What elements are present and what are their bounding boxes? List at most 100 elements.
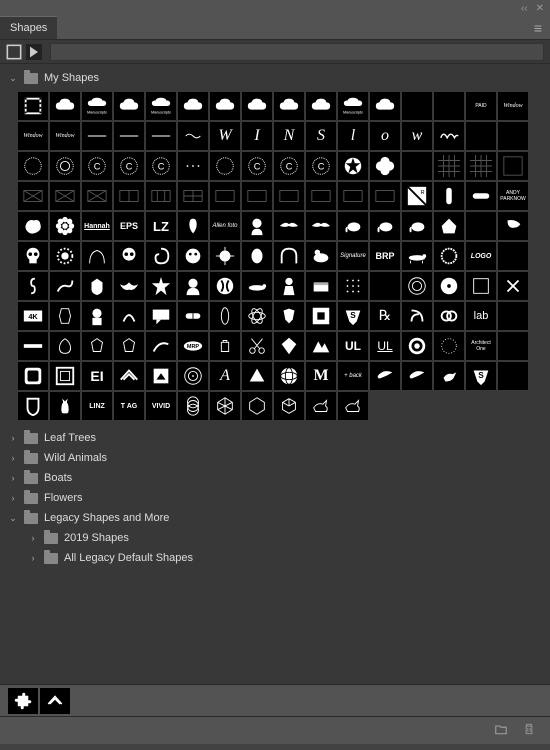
- close-icon[interactable]: ✕: [536, 3, 544, 14]
- shape-m[interactable]: M: [306, 362, 336, 390]
- shape-eagle[interactable]: [274, 212, 304, 240]
- shape-grid[interactable]: [242, 182, 272, 210]
- shape-ei[interactable]: EI: [82, 362, 112, 390]
- shape-blank[interactable]: [434, 92, 464, 120]
- shape-cat[interactable]: [50, 392, 80, 420]
- shape-dotcircle[interactable]: [434, 332, 464, 360]
- shape-filmstrip[interactable]: [18, 92, 48, 120]
- shape-abstract[interactable]: [114, 302, 144, 330]
- shape-cow[interactable]: [306, 242, 336, 270]
- folder-leaf-trees[interactable]: › Leaf Trees: [0, 428, 550, 448]
- shape-ornate[interactable]: [50, 332, 80, 360]
- shape-arch[interactable]: [274, 242, 304, 270]
- shape-frame[interactable]: [18, 362, 48, 390]
- shape-penrose[interactable]: [242, 362, 272, 390]
- shape-script-a[interactable]: A: [210, 362, 240, 390]
- shape-ul[interactable]: UL: [338, 332, 368, 360]
- view-mode-grid[interactable]: [6, 44, 22, 60]
- folder-flowers[interactable]: › Flowers: [0, 488, 550, 508]
- shape-badge[interactable]: [18, 152, 48, 180]
- shape-script-text[interactable]: Allen foto: [210, 212, 240, 240]
- shape-portrait[interactable]: [82, 302, 112, 330]
- shape-ornament[interactable]: [178, 122, 208, 150]
- shape-copyright[interactable]: C: [114, 152, 144, 180]
- shape-speech[interactable]: [146, 302, 176, 330]
- shape-dachshund[interactable]: [242, 272, 272, 300]
- folder-2019-shapes[interactable]: › 2019 Shapes: [0, 528, 550, 548]
- shape-diamond[interactable]: [274, 332, 304, 360]
- shape-window[interactable]: Window: [18, 122, 48, 150]
- shape-script[interactable]: [434, 122, 464, 150]
- shape-crosshatch[interactable]: [466, 152, 496, 180]
- shape-elephant[interactable]: [402, 212, 432, 240]
- shape-donut-square[interactable]: [306, 302, 336, 330]
- shape-diag[interactable]: R: [402, 182, 432, 210]
- shape-cloud[interactable]: [274, 92, 304, 120]
- shape-blank[interactable]: [370, 272, 400, 300]
- shape-rx[interactable]: ℞: [370, 302, 400, 330]
- shape-window-script[interactable]: Window: [498, 92, 528, 120]
- shape-gear[interactable]: [50, 242, 80, 270]
- shape-text[interactable]: + back: [338, 362, 368, 390]
- shape-superman2[interactable]: S: [466, 362, 496, 390]
- folder-legacy[interactable]: ⌄ Legacy Shapes and More: [0, 508, 550, 528]
- shape-wreath[interactable]: [434, 242, 464, 270]
- shape-dachshund[interactable]: [402, 242, 432, 270]
- shape-firebadge[interactable]: [338, 152, 368, 180]
- shape-eagle[interactable]: [306, 212, 336, 240]
- shape-house-circle[interactable]: [146, 362, 176, 390]
- shape-cloud[interactable]: [178, 92, 208, 120]
- shape-dotgrid[interactable]: [338, 272, 368, 300]
- shape-letter-s[interactable]: S: [306, 122, 336, 150]
- shape-blank[interactable]: [498, 302, 528, 330]
- trash-icon[interactable]: [522, 722, 536, 739]
- shape-atom[interactable]: [242, 302, 272, 330]
- shape-tool-puzzle[interactable]: [8, 688, 38, 714]
- shape-tool-roof[interactable]: [40, 688, 70, 714]
- shape-line[interactable]: [82, 122, 112, 150]
- shape-target[interactable]: [178, 362, 208, 390]
- shape-seahorse[interactable]: [18, 272, 48, 300]
- tab-shapes[interactable]: Shapes: [0, 16, 57, 39]
- shape-letter-o[interactable]: o: [370, 122, 400, 150]
- shape-suit[interactable]: [274, 272, 304, 300]
- shape-line[interactable]: [146, 122, 176, 150]
- shape-seal[interactable]: [402, 332, 432, 360]
- shape-x-grid[interactable]: [82, 182, 112, 210]
- folder-my-shapes[interactable]: ⌄ My Shapes: [0, 68, 550, 88]
- shape-elephant[interactable]: [338, 212, 368, 240]
- shape-face3[interactable]: [242, 242, 272, 270]
- shape-cube[interactable]: [274, 392, 304, 420]
- shape-blank[interactable]: [498, 122, 528, 150]
- shape-bat[interactable]: [114, 272, 144, 300]
- shape-swirl[interactable]: [146, 242, 176, 270]
- shape-oval[interactable]: [210, 302, 240, 330]
- shape-ring-text[interactable]: [210, 152, 240, 180]
- shape-hexagon[interactable]: [242, 392, 272, 420]
- shape-curl[interactable]: [402, 302, 432, 330]
- shape-mountain[interactable]: [306, 332, 336, 360]
- shape-blank[interactable]: [498, 362, 528, 390]
- shape-lab[interactable]: lab: [466, 302, 496, 330]
- shape-flower[interactable]: [50, 212, 80, 240]
- shape-scissors[interactable]: [242, 332, 272, 360]
- shape-line[interactable]: [114, 122, 144, 150]
- shape-letter-i[interactable]: I: [242, 122, 272, 150]
- shape-disc[interactable]: [434, 272, 464, 300]
- shape-fox[interactable]: [274, 302, 304, 330]
- shape-skull[interactable]: [18, 242, 48, 270]
- shape-knot[interactable]: [434, 302, 464, 330]
- shape-cloud[interactable]: [242, 92, 272, 120]
- shape-eps[interactable]: EPS: [114, 212, 144, 240]
- resize-handle[interactable]: [0, 744, 550, 750]
- shape-sacred-geo[interactable]: [178, 392, 208, 420]
- shape-window[interactable]: Window: [50, 122, 80, 150]
- shape-copyright[interactable]: C: [146, 152, 176, 180]
- shape-pisces[interactable]: [210, 272, 240, 300]
- shape-brp[interactable]: BRP: [370, 242, 400, 270]
- shape-cloud[interactable]: [306, 92, 336, 120]
- shape-pill-horiz[interactable]: [466, 182, 496, 210]
- shape-face[interactable]: [242, 212, 272, 240]
- shape-cloud[interactable]: [50, 92, 80, 120]
- shape-blank[interactable]: [466, 122, 496, 150]
